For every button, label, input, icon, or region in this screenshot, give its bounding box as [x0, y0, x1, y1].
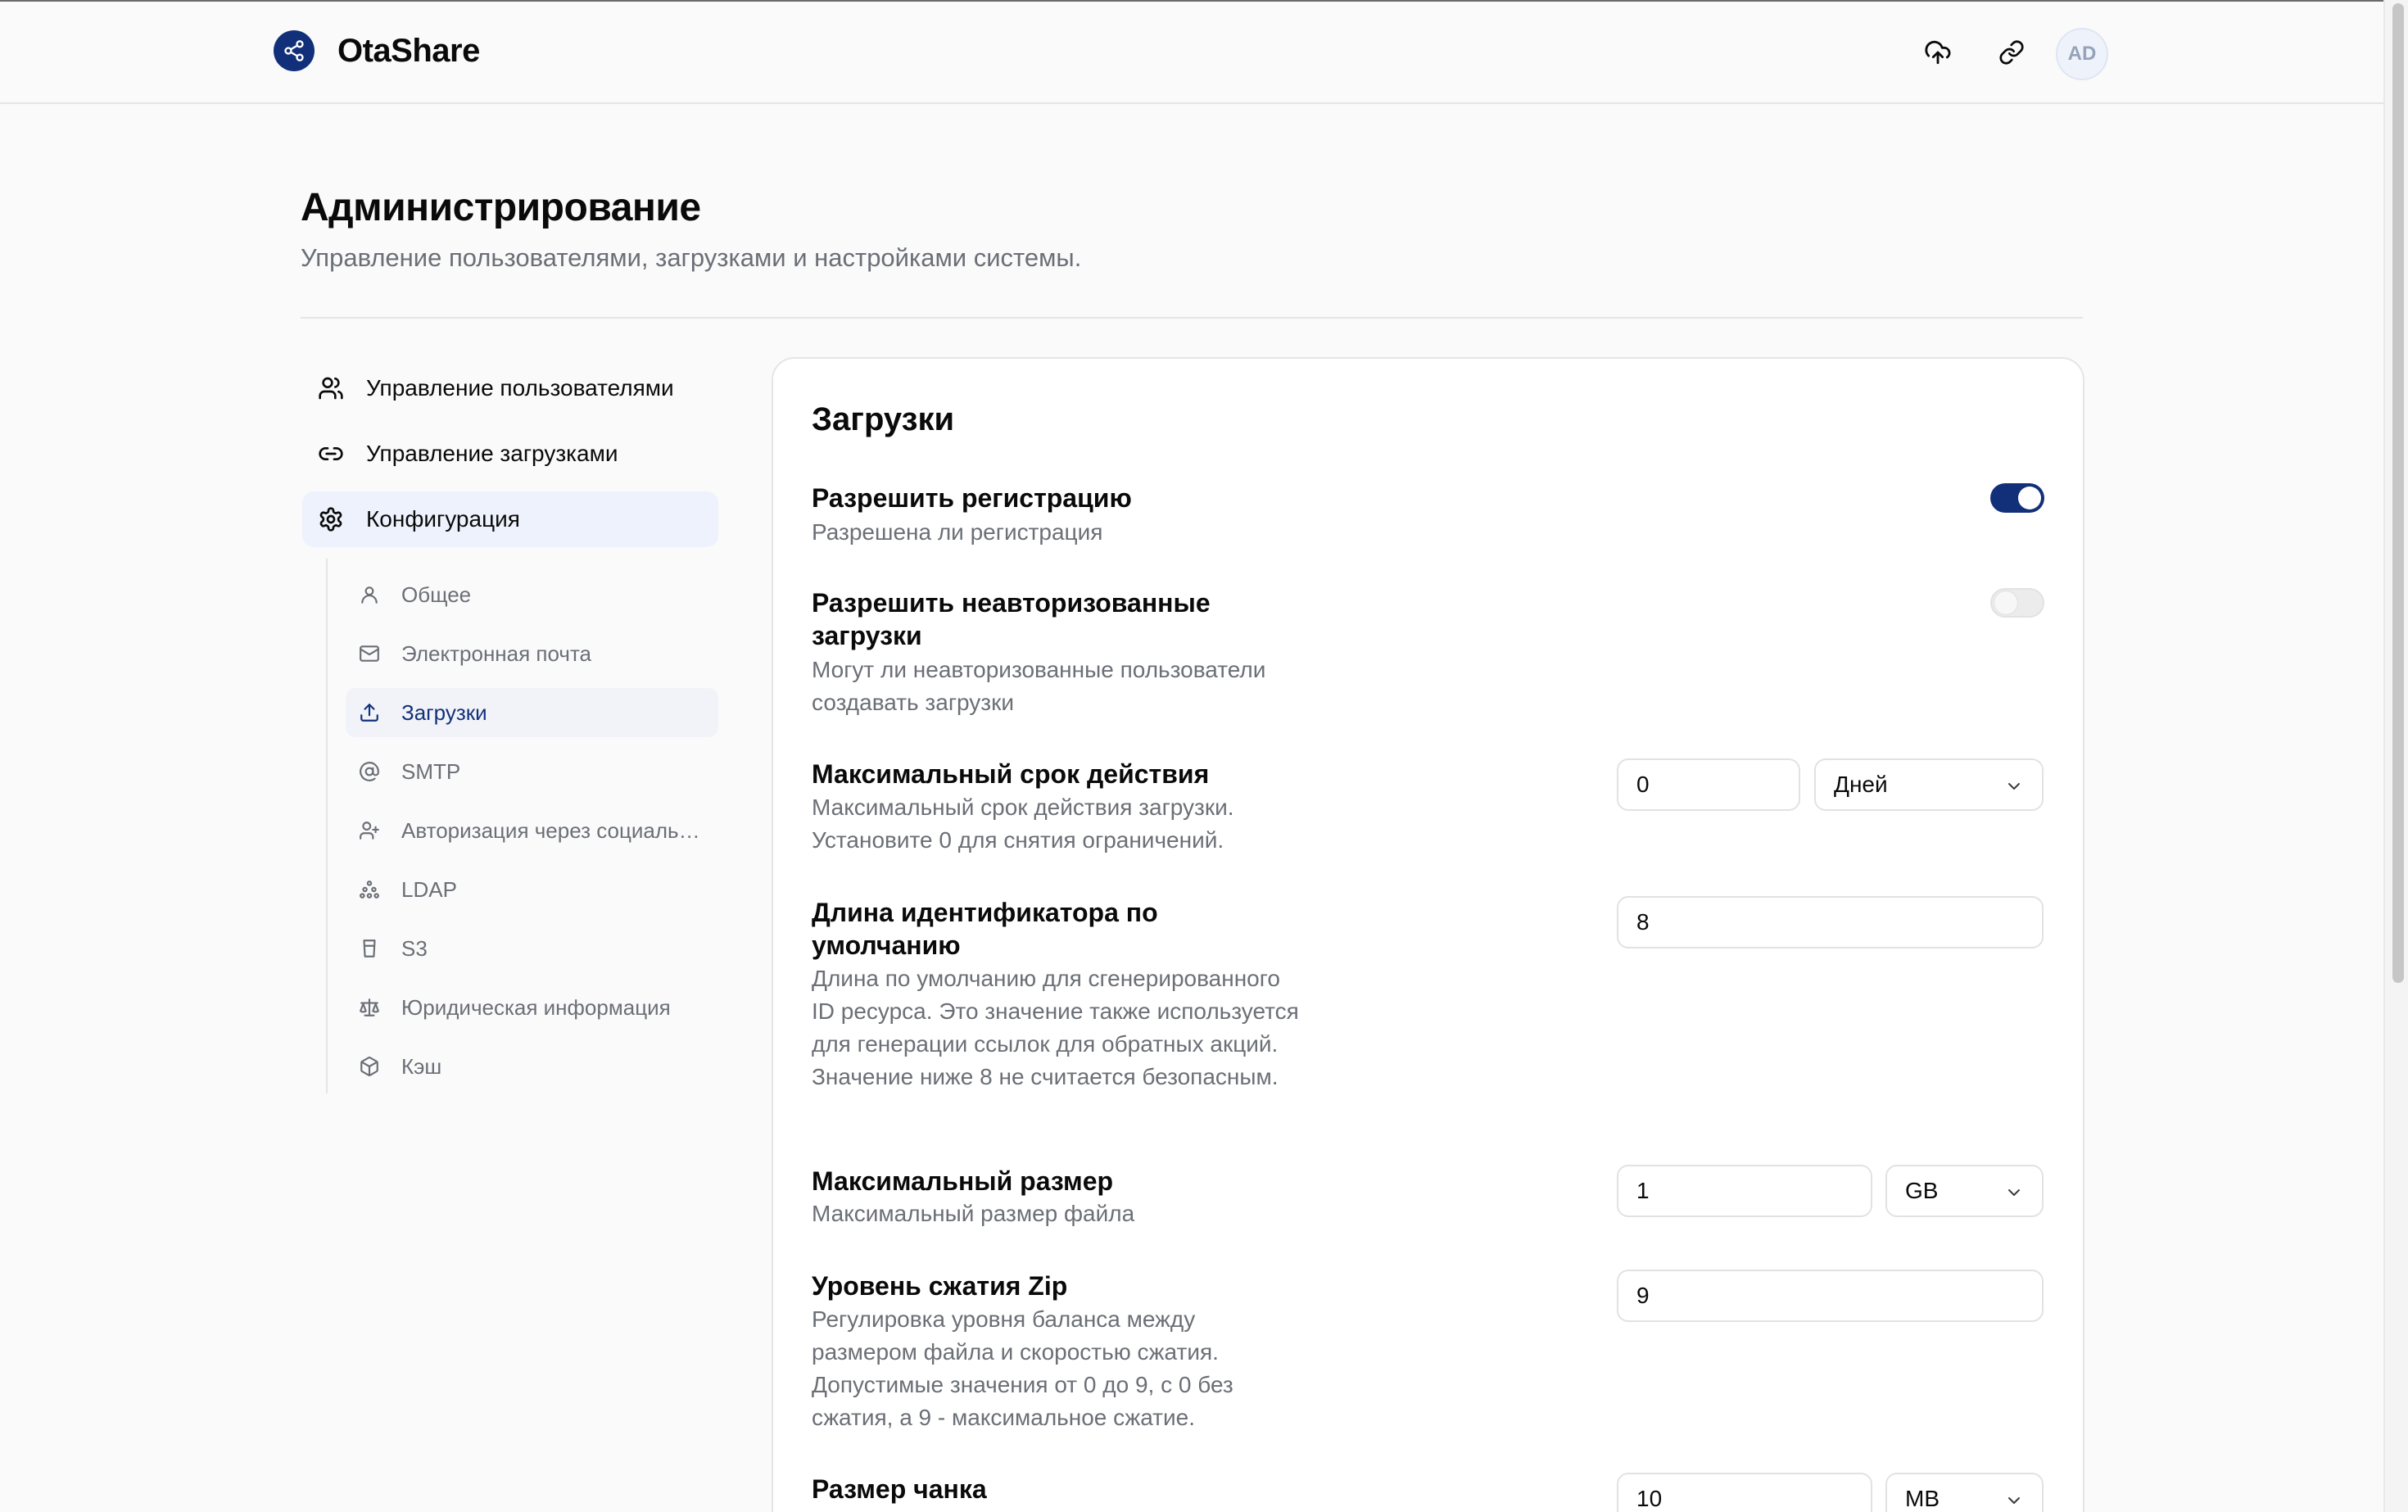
sidebar-subitem-label: S3 — [401, 935, 428, 961]
toggle-knob — [1994, 591, 2017, 614]
users-icon — [357, 818, 382, 843]
scrollbar-thumb[interactable] — [2392, 3, 2404, 983]
box-icon — [357, 1054, 382, 1079]
sidebar-subitem-legal[interactable]: Юридическая информация — [346, 983, 718, 1032]
toggle-knob — [2018, 487, 2041, 509]
sidebar-subitem-smtp[interactable]: SMTP — [346, 747, 718, 796]
page-title: Администрирование — [301, 186, 701, 229]
sidebar-subitem-cache[interactable]: Кэш — [346, 1042, 718, 1091]
max-expiration-unit-select[interactable]: Дней — [1814, 758, 2044, 811]
brand-name: OtaShare — [337, 32, 480, 69]
allow-registration-toggle[interactable] — [1990, 483, 2044, 513]
setting-description: Регулировка уровня баланса между размеро… — [812, 1306, 1233, 1430]
top-header: OtaShare AD — [0, 2, 2383, 104]
setting-description: Максимальный срок действия загрузки. Уст… — [812, 794, 1234, 853]
setting-title: Уровень сжатия Zip — [812, 1271, 1068, 1301]
title-divider — [301, 317, 2083, 319]
sidebar-item-shares[interactable]: Управление загрузками — [302, 426, 718, 482]
setting-description: Длина по умолчанию для сгенерированного … — [812, 966, 1299, 1089]
sidebar-subitem-label: LDAP — [401, 876, 457, 902]
gear-icon — [317, 505, 345, 533]
sidebar-item-label: Конфигурация — [366, 506, 520, 532]
id-length-input[interactable]: 8 — [1617, 896, 2044, 948]
setting-description: Могут ли неавторизованные пользователи с… — [812, 657, 1266, 715]
zip-compression-level-input[interactable]: 9 — [1617, 1270, 2044, 1322]
upload-cloud-icon — [1924, 38, 1952, 66]
setting-description: Максимальный размер файла — [812, 1201, 1135, 1226]
network-icon — [357, 877, 382, 902]
share-icon — [274, 30, 315, 71]
bucket-icon — [357, 936, 382, 961]
brand-logo-link[interactable]: OtaShare — [274, 30, 480, 71]
sidebar-subitem-label: Авторизация через социальные сети — [401, 817, 704, 843]
sidebar-subitem-email[interactable]: Электронная почта — [346, 629, 718, 678]
users-icon — [317, 374, 345, 402]
chevron-down-icon — [2004, 1183, 2024, 1202]
at-icon — [357, 759, 382, 784]
user-avatar[interactable]: AD — [2056, 28, 2108, 80]
select-value: Дней — [1834, 772, 1888, 797]
sidebar-subitem-social-login[interactable]: Авторизация через социальные сети — [346, 806, 718, 855]
sidebar-subitem-general[interactable]: Общее — [346, 570, 718, 619]
share-links-button[interactable] — [1990, 31, 2033, 74]
max-expiration-input[interactable]: 0 — [1617, 758, 1800, 811]
setting-title: Разрешить неавторизованные загрузки — [812, 588, 1211, 650]
setting-description: Разрешена ли регистрация — [812, 519, 1103, 545]
sidebar-item-users[interactable]: Управление пользователями — [302, 360, 718, 416]
upload-cloud-button[interactable] — [1917, 31, 1959, 74]
scale-icon — [357, 995, 382, 1020]
sidebar-subitem-label: Кэш — [401, 1053, 442, 1079]
setting-title: Размер чанка — [812, 1474, 987, 1504]
sidebar-item-label: Управление пользователями — [366, 375, 674, 401]
upload-icon — [357, 700, 382, 725]
setting-title: Длина идентификатора по умолчанию — [812, 898, 1158, 960]
card-title: Загрузки — [812, 401, 955, 437]
sidebar-subitem-label: Общее — [401, 582, 472, 607]
allow-unauthorized-shares-toggle[interactable] — [1990, 588, 2044, 618]
max-size-input[interactable]: 1 — [1617, 1165, 1872, 1217]
sidebar-item-configuration[interactable]: Конфигурация — [302, 491, 718, 547]
sidebar-subitem-label: Юридическая информация — [401, 994, 671, 1020]
setting-title: Максимальный срок действия — [812, 759, 1210, 789]
sidebar-subitem-label: Загрузки — [401, 699, 487, 725]
select-value: MB — [1905, 1486, 1940, 1511]
mail-icon — [357, 641, 382, 666]
setting-title: Максимальный размер — [812, 1166, 1114, 1196]
page-subtitle: Управление пользователями, загрузками и … — [301, 243, 1082, 272]
link-icon — [1998, 39, 2025, 66]
sidebar-subitem-label: SMTP — [401, 758, 461, 784]
chunk-size-unit-select[interactable]: MB — [1885, 1473, 2044, 1512]
sidebar-subitem-ldap[interactable]: LDAP — [346, 865, 718, 914]
chevron-down-icon — [2004, 776, 2024, 796]
sidebar-subitem-label: Электронная почта — [401, 641, 592, 666]
sidebar-subitem-s3[interactable]: S3 — [346, 924, 718, 973]
chevron-down-icon — [2004, 1491, 2024, 1510]
submenu-guide-line — [326, 559, 328, 1093]
setting-title: Разрешить регистрацию — [812, 483, 1132, 513]
max-size-unit-select[interactable]: GB — [1885, 1165, 2044, 1217]
link-icon — [317, 440, 345, 468]
user-icon — [357, 582, 382, 607]
select-value: GB — [1905, 1178, 1939, 1203]
sidebar-item-label: Управление загрузками — [366, 441, 618, 466]
page-scrollbar[interactable] — [2383, 0, 2408, 1512]
chunk-size-input[interactable]: 10 — [1617, 1473, 1872, 1512]
sidebar-subitem-shares[interactable]: Загрузки — [346, 688, 718, 737]
